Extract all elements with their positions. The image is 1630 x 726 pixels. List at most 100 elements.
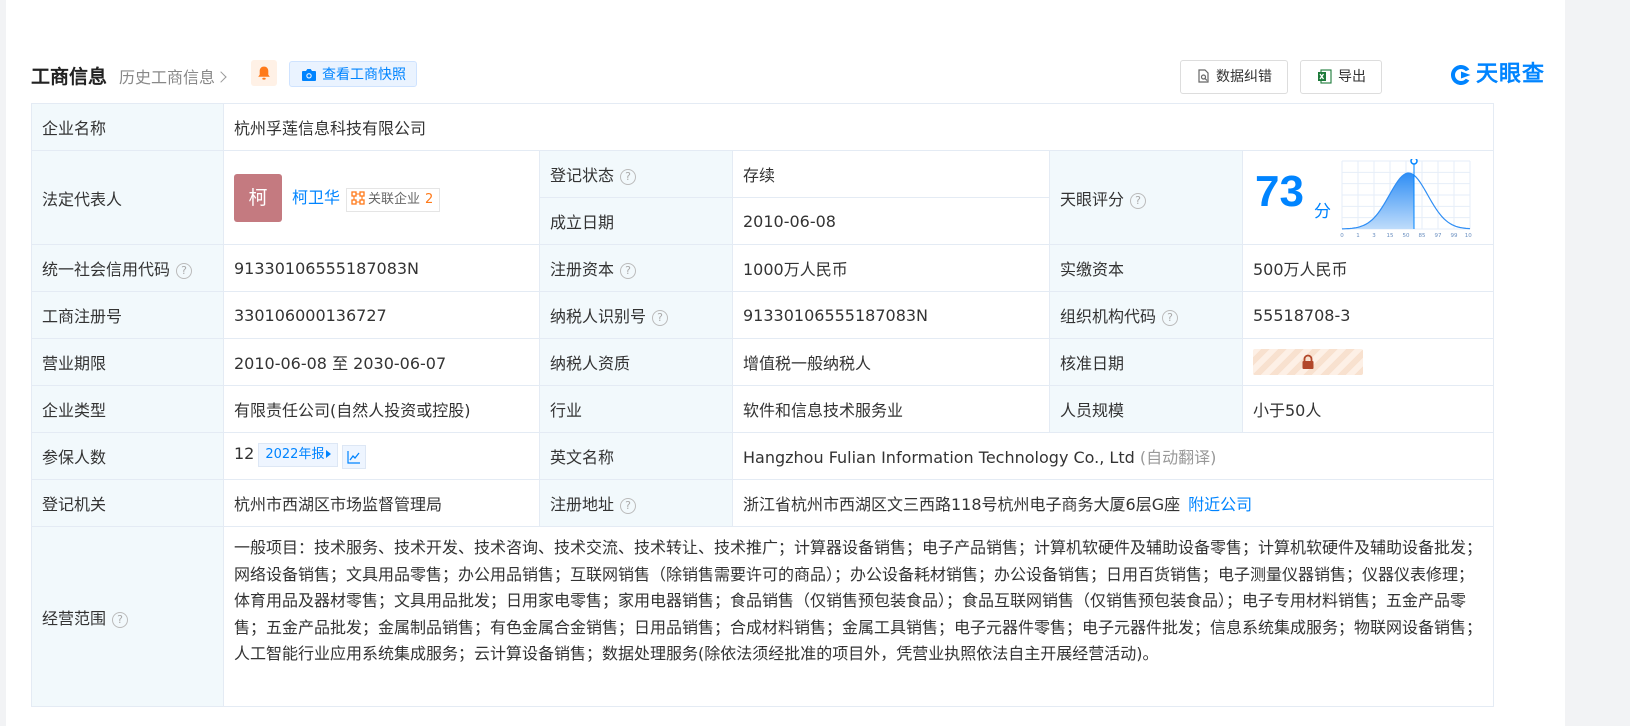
staff-size-value: 小于50人 [1241,385,1495,433]
industry-label: 行业 [539,385,733,433]
company-type-value: 有限责任公司(自然人投资或控股) [223,385,540,433]
score-tick-label: 50 [1403,233,1410,239]
history-link[interactable]: 历史工商信息 [119,64,227,88]
bell-icon [258,66,270,80]
page: 工商信息 历史工商信息 查看工商快照 数据纠错 导出 天眼查 企业名称 杭州孚莲… [6,0,1565,726]
reg-address-label-cell: 注册地址? [539,479,733,527]
score-tick-label: 99 [1451,233,1458,239]
question-circle-icon[interactable]: ? [620,263,637,279]
locked-value-button[interactable] [1253,349,1363,375]
line-chart-icon [347,451,361,464]
question-circle-icon[interactable]: ? [620,169,637,185]
reg-capital-value: 1000万人民币 [732,244,1050,292]
question-circle-icon[interactable]: ? [652,310,669,326]
trend-chart-button[interactable] [342,445,367,469]
snapshot-button[interactable]: 查看工商快照 [289,61,417,87]
export-label: 导出 [1338,69,1366,85]
reg-address-value: 浙江省杭州市西湖区文三西路118号杭州电子商务大厦6层G座 [743,495,1181,514]
section-header: 工商信息 历史工商信息 查看工商快照 数据纠错 导出 天眼查 [31,58,1551,94]
tianyan-score-cell[interactable]: 73 分 0 1 3 15 50 85 97 99 100 [1241,150,1495,245]
biz-scope-value: 一般项目：技术服务、技术开发、技术咨询、技术交流、技术转让、技术推广；计算器设备… [222,526,1495,707]
question-circle-icon[interactable]: ? [1130,192,1147,209]
score-tick-label: 1 [1356,233,1360,239]
reg-status-value: 存续 [732,150,1050,198]
tianyan-score-unit: 分 [1314,201,1331,222]
logo-text: 天眼查 [1476,62,1546,87]
legal-rep-cell: 柯柯卫华 关联企业 2 [223,150,540,245]
legal-rep-name-link[interactable]: 柯卫华 [292,188,340,207]
reg-capital-label-cell: 注册资本? [539,244,733,292]
related-companies-count: 2 [425,191,434,207]
business-info-table: 企业名称 杭州孚莲信息科技有限公司 法定代表人 柯柯卫华 关联企业 2 登记状态? … [31,103,1495,707]
org-code-label: 组织机构代码 [1060,307,1157,326]
credit-code-label: 统一社会信用代码 [42,260,171,279]
company-type-label: 企业类型 [31,385,224,433]
business-reg-no-value: 330106000136727 [223,291,540,339]
english-name-cell: Hangzhou Fulian Information Technology C… [731,432,1495,480]
export-button[interactable]: 导出 [1300,60,1382,94]
biz-scope-label: 经营范围 [42,608,107,628]
score-tick-label: 0 [1340,233,1344,239]
insured-count-cell: 12 2022年报 [223,432,540,480]
table-row: 参保人数 12 2022年报 英文名称 Hangzhou Fulian Infor… [31,432,1495,480]
related-companies-button[interactable]: 关联企业 2 [346,187,441,212]
question-circle-icon[interactable]: ? [620,498,637,514]
paid-capital-value: 500万人民币 [1241,244,1495,292]
insured-count-label: 参保人数 [31,432,224,480]
english-name-value: Hangzhou Fulian Information Technology C… [743,448,1135,467]
taxpayer-qual-value: 增值税一般纳税人 [732,338,1050,386]
table-row: 法定代表人 柯柯卫华 关联企业 2 登记状态? 存续 天眼评分? 73 分 0131… [31,150,1495,245]
approval-date-cell [1241,338,1495,386]
reg-authority-label: 登记机关 [31,479,224,527]
document-edit-icon [1198,69,1209,83]
nearby-companies-link[interactable]: 附近公司 [1188,495,1252,514]
industry-value: 软件和信息技术服务业 [732,385,1050,433]
score-tick-label: 15 [1387,233,1394,239]
score-tick-label: 85 [1419,233,1426,239]
excel-icon [1318,69,1332,84]
taxpayer-id-label-cell: 纳税人识别号? [539,291,733,339]
related-companies-label: 关联企业 [368,191,421,207]
score-marker-dot [1410,158,1418,165]
annual-report-label: 2022年报 [265,447,325,462]
tianyan-score-label-cell: 天眼评分? [1049,150,1243,245]
history-link-label: 历史工商信息 [119,68,216,87]
table-row: 统一社会信用代码? 91330106555187083N 注册资本? 1000万… [31,244,1495,292]
org-code-value: 55518708-3 [1241,291,1495,339]
tianyan-score-label: 天眼评分 [1060,189,1125,209]
chevron-right-icon [215,71,227,83]
question-circle-icon[interactable]: ? [112,611,129,628]
camera-icon [302,69,316,81]
question-circle-icon[interactable]: ? [1162,310,1179,326]
table-row: 营业期限 2010-06-08 至 2030-06-07 纳税人资质 增值税一般… [31,338,1495,386]
score-tick-label: 3 [1372,233,1376,239]
caret-right-icon [326,450,332,458]
table-row: 企业名称 杭州孚莲信息科技有限公司 [31,103,1495,151]
data-correction-button[interactable]: 数据纠错 [1180,60,1288,94]
taxpayer-id-value: 91330106555187083N [732,291,1050,339]
question-circle-icon[interactable]: ? [176,263,193,279]
section-title: 工商信息 [31,66,108,88]
reg-status-label-cell: 登记状态? [539,150,733,198]
lock-icon [1302,354,1314,369]
company-name-value: 杭州孚莲信息科技有限公司 [222,103,1495,151]
score-tick-label: 100 [1465,233,1472,239]
score-distribution-chart: 0 1 3 15 50 85 97 99 100 [1340,158,1472,239]
found-date-value: 2010-06-08 [732,197,1050,245]
reg-authority-value: 杭州市西湖区市场监督管理局 [223,479,540,527]
approval-date-label: 核准日期 [1049,338,1243,386]
avatar[interactable]: 柯 [234,173,282,222]
table-row: 工商注册号 330106000136727 纳税人识别号? 9133010655… [31,291,1495,339]
legal-rep-label: 法定代表人 [31,150,224,245]
company-name-label: 企业名称 [31,103,224,151]
credit-code-value: 91330106555187083N [223,244,540,292]
table-row: 登记机关 杭州市西湖区市场监督管理局 注册地址? 浙江省杭州市西湖区文三西路11… [31,479,1495,527]
biz-term-value: 2010-06-08 至 2030-06-07 [223,338,540,386]
score-tick-label: 97 [1435,233,1442,239]
snapshot-label: 查看工商快照 [322,67,406,83]
auto-translate-note: (自动翻译) [1139,448,1217,467]
business-reg-no-label: 工商注册号 [31,291,224,339]
bell-button[interactable] [251,60,277,86]
table-row: 经营范围? 一般项目：技术服务、技术开发、技术咨询、技术交流、技术转让、技术推广… [31,526,1495,707]
annual-report-button[interactable]: 2022年报 [258,443,339,467]
